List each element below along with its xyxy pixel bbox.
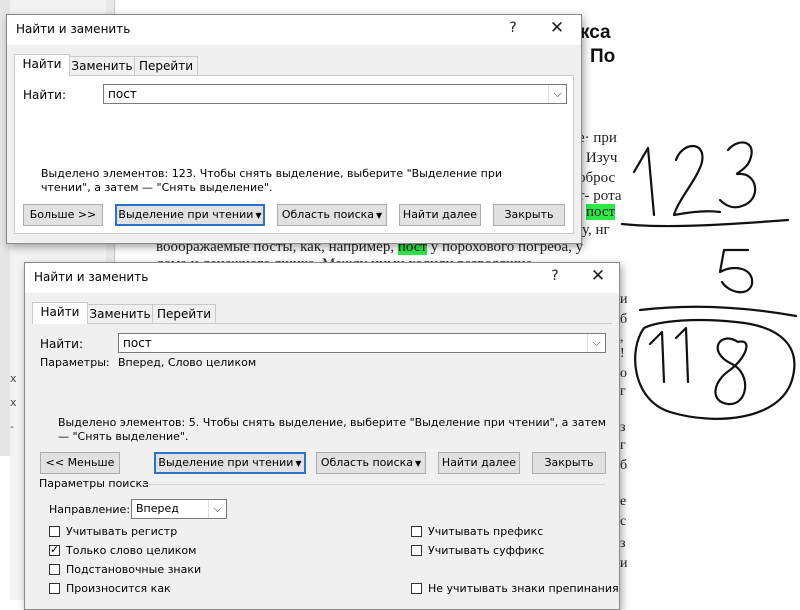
handwritten-digit-5 xyxy=(718,248,754,294)
direction-value: Вперед xyxy=(136,502,179,515)
document-edge-char: з xyxy=(620,536,626,551)
chevron-down-icon[interactable]: ⌵ xyxy=(548,85,566,103)
margin-mark: х xyxy=(10,372,17,385)
selection-info-text: Выделено элементов: 5. Чтобы снять выдел… xyxy=(58,416,606,443)
close-button[interactable]: Закрыть xyxy=(493,204,565,226)
handwritten-digit-8 xyxy=(714,337,748,406)
tab-goto[interactable]: Перейти xyxy=(152,304,216,324)
document-edge-char: е xyxy=(620,494,627,509)
find-label: Найти: xyxy=(23,88,67,102)
find-label: Найти: xyxy=(40,337,84,351)
search-area-button[interactable]: Область поиска ▼ xyxy=(277,204,387,226)
document-edge-char: г xyxy=(620,438,626,453)
margin-mark: х xyxy=(10,396,17,409)
option-match-prefix[interactable]: Учитывать префикс xyxy=(411,523,543,539)
find-next-button[interactable]: Найти далее xyxy=(399,204,481,226)
checkbox-checked[interactable] xyxy=(49,543,60,556)
section-divider xyxy=(143,484,605,485)
chevron-down-icon[interactable]: ⌵ xyxy=(208,500,226,518)
reading-highlight-button[interactable]: Выделение при чтении ▼ xyxy=(154,452,306,474)
tab-replace[interactable]: Заменить xyxy=(87,304,153,324)
find-replace-dialog-expanded: Найти и заменить ? ✕ Найти Заменить Пере… xyxy=(24,262,620,610)
less-button[interactable]: << Меньше xyxy=(40,452,120,474)
handwritten-digit-1 xyxy=(674,326,690,384)
document-edge-char: с xyxy=(620,514,627,529)
dialog-titlebar[interactable]: Найти и заменить ? ✕ xyxy=(7,15,581,45)
checkbox[interactable] xyxy=(411,544,422,556)
dropdown-caret-icon: ▼ xyxy=(376,211,383,220)
checkbox[interactable] xyxy=(49,525,60,537)
dropdown-caret-icon: ▼ xyxy=(295,459,302,468)
close-icon[interactable]: ✕ xyxy=(586,266,610,286)
tab-panel-find: Найти: пост ⌵ Выделено элементов: 123. Ч… xyxy=(14,75,574,234)
document-heading-line2: По xyxy=(590,46,616,67)
search-area-button[interactable]: Область поиска ▼ xyxy=(316,452,426,474)
reading-highlight-button[interactable]: Выделение при чтении ▼ xyxy=(115,204,265,226)
handwritten-digit-2 xyxy=(672,145,722,217)
handwritten-digit-1 xyxy=(632,146,656,217)
document-edge-char: и xyxy=(620,556,628,571)
option-match-suffix[interactable]: Учитывать суффикс xyxy=(411,542,544,558)
margin-mark: - xyxy=(10,420,14,433)
direction-select[interactable]: Вперед ⌵ xyxy=(131,499,227,519)
option-wildcards[interactable]: Подстановочные знаки xyxy=(49,561,201,577)
find-next-button[interactable]: Найти далее xyxy=(438,452,520,474)
dialog-titlebar[interactable]: Найти и заменить ? ✕ xyxy=(25,263,619,293)
dropdown-caret-icon: ▼ xyxy=(255,211,262,220)
tab-panel-find: Найти: пост ⌵ Параметры: Вперед, Слово ц… xyxy=(32,323,612,474)
find-replace-dialog-compact: Найти и заменить ? ✕ Найти Заменить Пере… xyxy=(6,14,582,244)
checkbox[interactable] xyxy=(411,582,422,594)
dropdown-caret-icon: ▼ xyxy=(415,459,422,468)
document-heading-line1: кса xyxy=(580,22,611,43)
tab-goto[interactable]: Перейти xyxy=(134,56,198,76)
find-input-value: пост xyxy=(123,336,152,350)
chevron-down-icon[interactable]: ⌵ xyxy=(587,334,605,352)
handwritten-underline xyxy=(620,218,790,228)
tab-find[interactable]: Найти xyxy=(14,54,70,76)
tab-find[interactable]: Найти xyxy=(32,302,88,324)
option-whole-word[interactable]: Только слово целиком xyxy=(49,542,196,558)
checkbox[interactable] xyxy=(49,563,60,575)
option-sounds-like[interactable]: Произносится как xyxy=(49,580,171,596)
params-value: Вперед, Слово целиком xyxy=(118,356,257,369)
option-ignore-punctuation[interactable]: Не учитывать знаки препинания xyxy=(411,580,619,596)
more-button[interactable]: Больше >> xyxy=(23,204,103,226)
handwritten-digit-3 xyxy=(718,141,757,209)
find-input-value: пост xyxy=(108,87,137,101)
checkbox[interactable] xyxy=(49,582,60,594)
document-edge-char: б xyxy=(620,458,628,473)
find-input[interactable]: пост ⌵ xyxy=(118,333,606,353)
find-input[interactable]: пост ⌵ xyxy=(103,84,567,104)
search-highlight: пост xyxy=(586,204,616,220)
help-button[interactable]: ? xyxy=(545,268,565,284)
handwritten-digit-1 xyxy=(648,330,666,384)
search-params-title: Параметры поиска xyxy=(39,477,149,490)
direction-label: Направление: xyxy=(49,503,131,516)
help-button[interactable]: ? xyxy=(503,20,523,36)
handwritten-underline xyxy=(638,305,798,318)
dialog-title: Найти и заменить xyxy=(16,22,131,36)
option-match-case[interactable]: Учитывать регистр xyxy=(49,523,177,539)
handwritten-annotation xyxy=(620,141,798,420)
checkbox[interactable] xyxy=(411,525,422,537)
selection-info-text: Выделено элементов: 123. Чтобы снять выд… xyxy=(41,167,502,194)
dialog-title: Найти и заменить xyxy=(34,270,149,284)
close-button[interactable]: Закрыть xyxy=(532,452,606,474)
params-label: Параметры: xyxy=(40,356,110,369)
tab-replace[interactable]: Заменить xyxy=(69,56,135,76)
close-icon[interactable]: ✕ xyxy=(545,18,569,38)
